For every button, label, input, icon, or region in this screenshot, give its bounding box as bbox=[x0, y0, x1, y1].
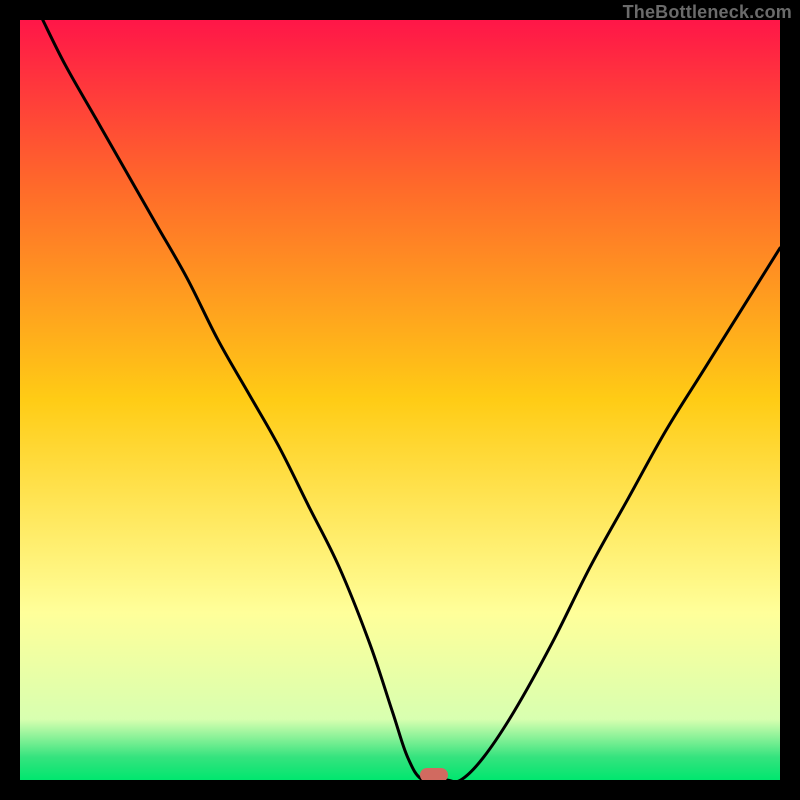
plot-svg bbox=[20, 20, 780, 780]
optimal-marker bbox=[420, 768, 448, 780]
watermark-text: TheBottleneck.com bbox=[623, 2, 792, 23]
plot-area bbox=[20, 20, 780, 780]
gradient-background bbox=[20, 20, 780, 780]
chart-frame: TheBottleneck.com bbox=[0, 0, 800, 800]
